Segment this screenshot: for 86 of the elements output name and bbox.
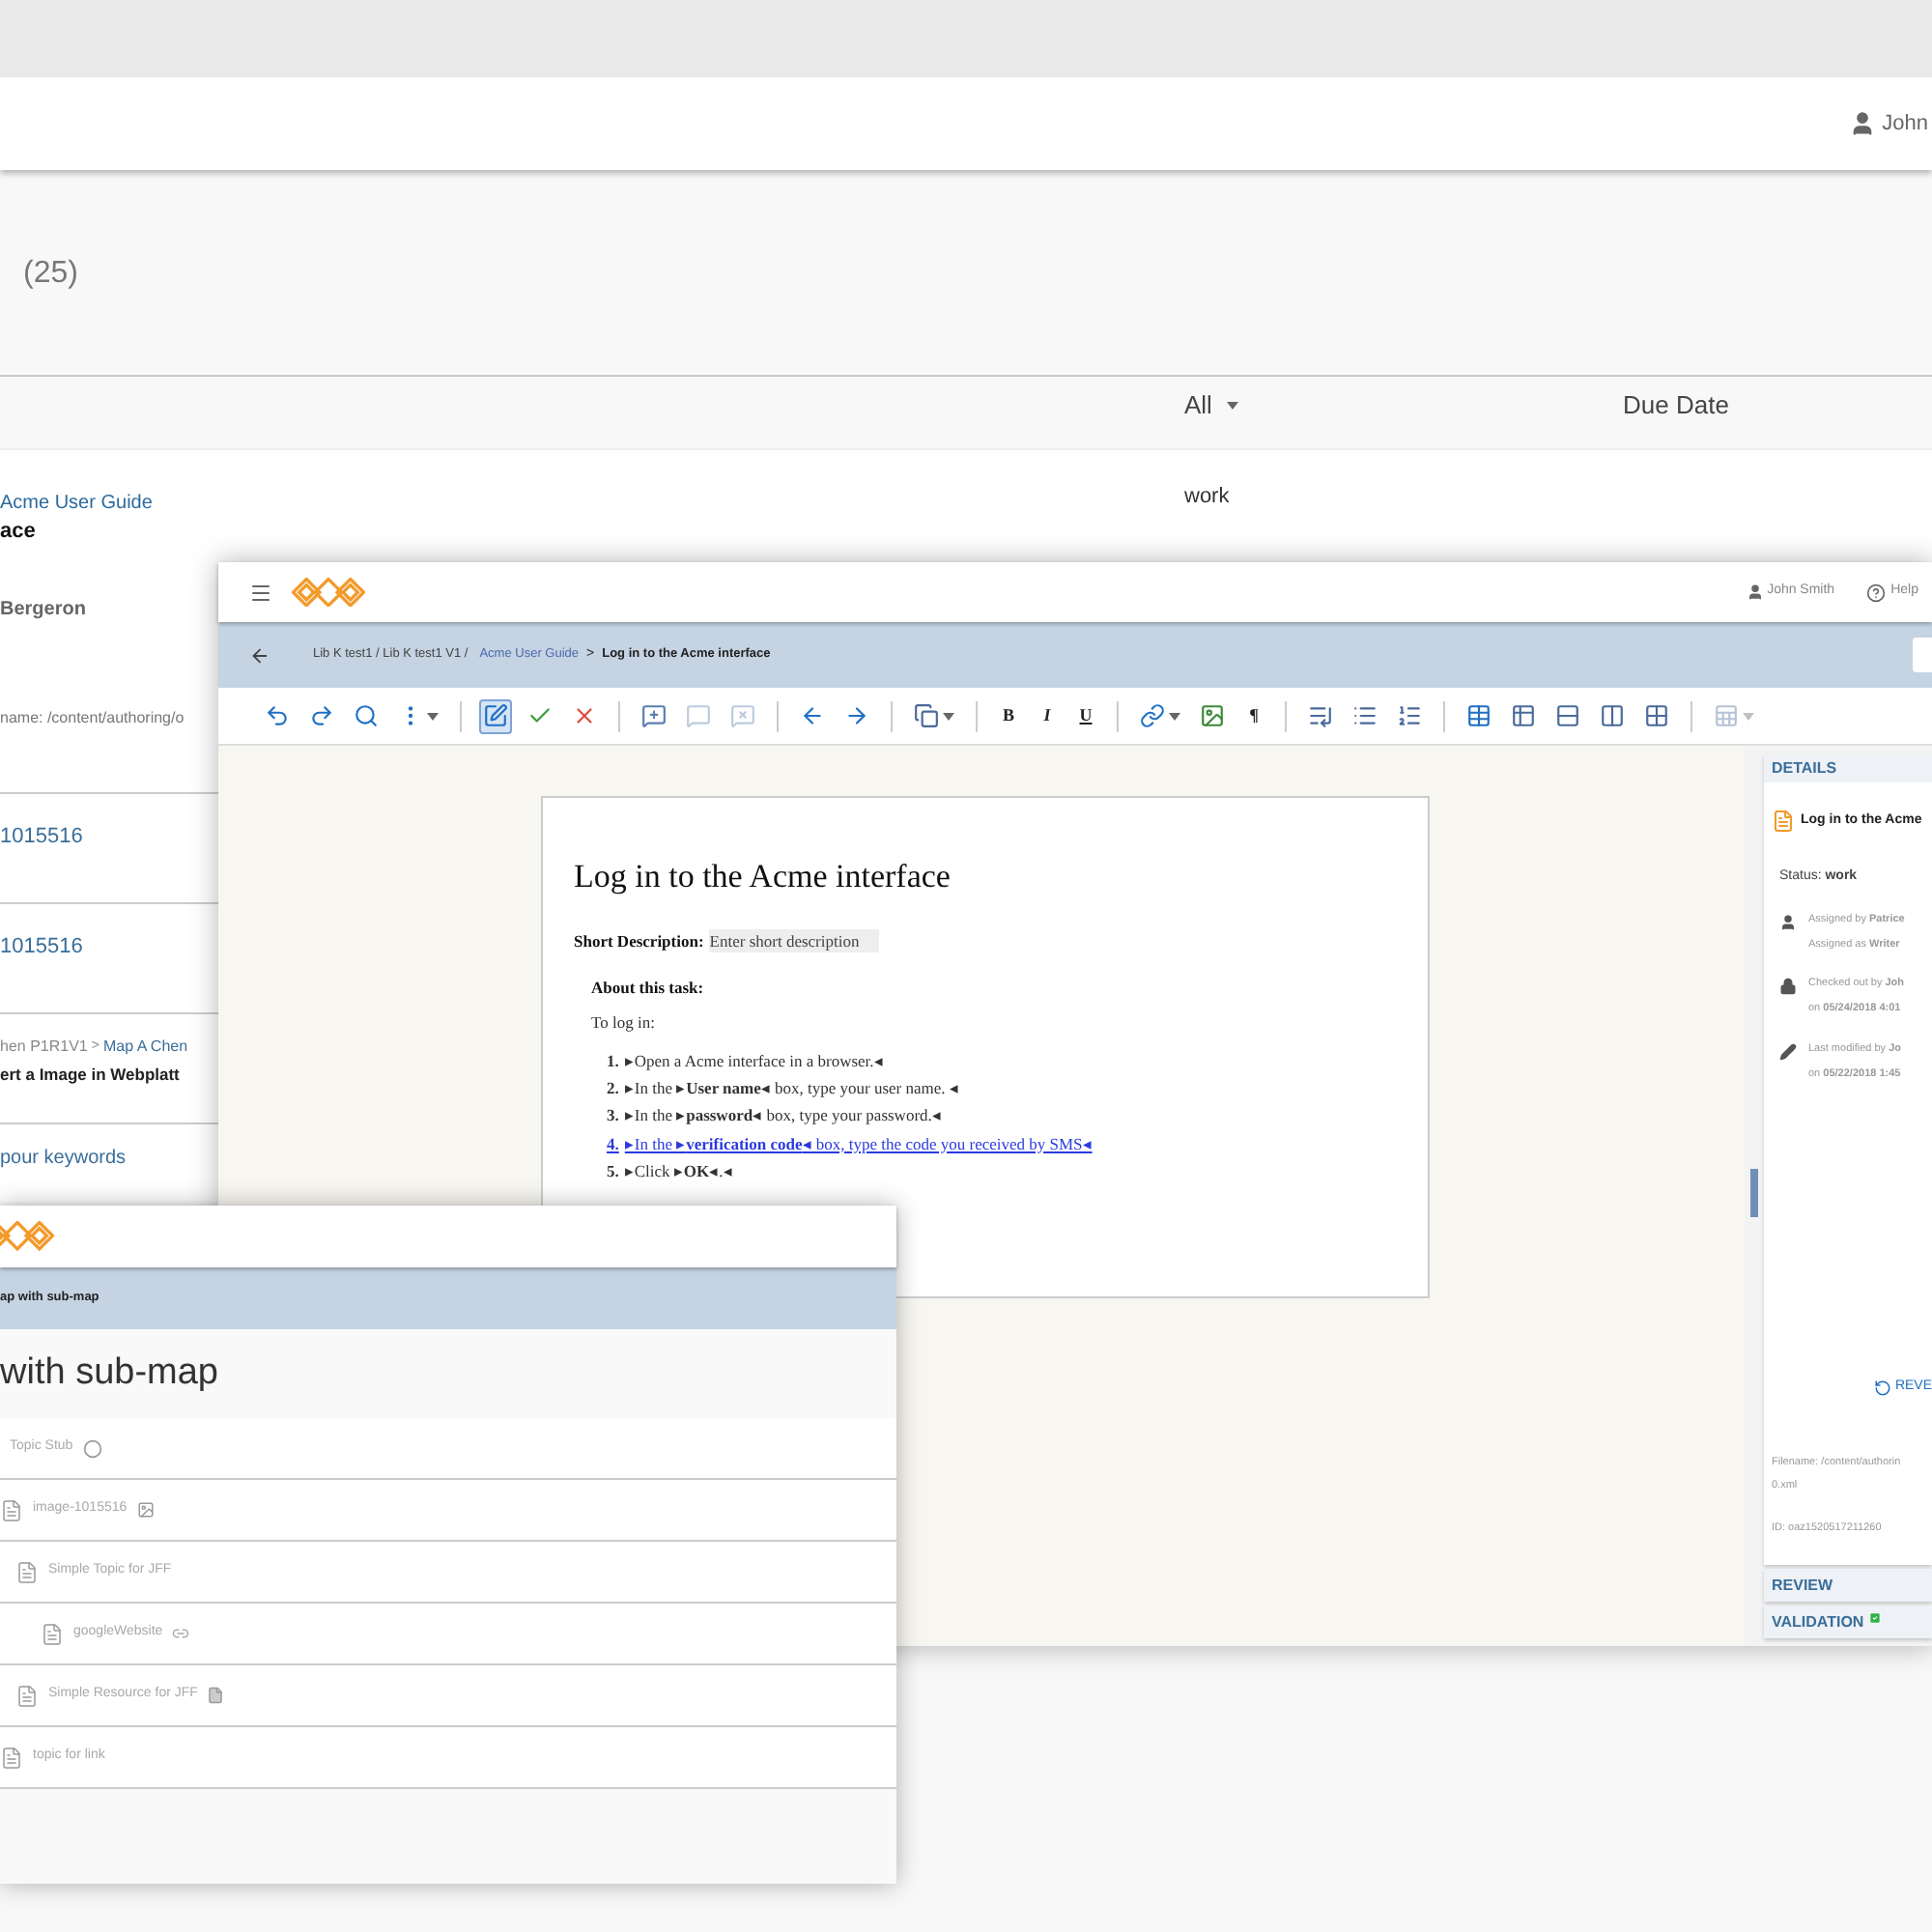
- resize-handle[interactable]: [1750, 1169, 1758, 1217]
- step-text: 5. ▸Click ▸OK◂.◂: [607, 1158, 735, 1183]
- redo-icon: [309, 703, 334, 728]
- topic-heading: Log in to the Acme interface: [574, 856, 952, 898]
- undo-icon: [265, 703, 290, 728]
- table-grid-icon: [1644, 703, 1669, 728]
- table-sheet-icon: [1714, 703, 1739, 728]
- map-link[interactable]: Acme User Guide: [0, 489, 153, 518]
- step-text: 3. ▸In the ▸password◂ box, type your password.◂: [607, 1103, 944, 1128]
- details-header[interactable]: DETAILS: [1764, 755, 1932, 782]
- task-link[interactable]: 1015516: [0, 821, 83, 853]
- comment-plus-icon: [641, 703, 667, 728]
- toolbar-button[interactable]: [1136, 698, 1184, 733]
- user-icon: [1746, 583, 1764, 601]
- toolbar-button[interactable]: [910, 698, 958, 733]
- numbered-list-icon: [1397, 703, 1422, 728]
- user-name[interactable]: John: [1882, 107, 1928, 140]
- column-header[interactable]: Due Date: [1623, 386, 1729, 424]
- section-header[interactable]: REVIEW: [1764, 1569, 1932, 1602]
- lock-icon: [1779, 978, 1797, 995]
- format-button[interactable]: B: [995, 700, 1022, 731]
- task-status: work: [1184, 483, 1230, 512]
- task-title[interactable]: ert a Image in Webplatt: [0, 1063, 180, 1088]
- copy-icon: [914, 703, 939, 728]
- field-label: Short Description:: [574, 928, 704, 953]
- list-indent-icon: [1308, 703, 1333, 728]
- table-icon: [1511, 703, 1536, 728]
- map-title: with sub-map: [0, 1350, 218, 1397]
- task-count: (25): [23, 255, 78, 294]
- caret-icon: [1743, 712, 1754, 720]
- comment-icon: [686, 703, 711, 728]
- pencil-icon: [1779, 1042, 1797, 1060]
- arrow-left-icon: [800, 703, 825, 728]
- task-link[interactable]: 1015516: [0, 931, 83, 963]
- path-text: hen P1R1V1: [0, 1036, 88, 1059]
- author-name: Bergeron: [0, 597, 86, 624]
- step-text: 4. ▸In the ▸verification code◂ box, type the code you received by SMS◂: [607, 1131, 1094, 1156]
- file-icon: [207, 1687, 225, 1704]
- link-icon: [1140, 703, 1165, 728]
- document-icon: [15, 1684, 39, 1707]
- caret-icon: [1227, 401, 1239, 410]
- section-header[interactable]: VALIDATION: [1764, 1605, 1932, 1638]
- logo-icon: [0, 1221, 54, 1252]
- caret-icon: [427, 712, 439, 720]
- intro-text: To log in:: [591, 1010, 657, 1036]
- task-link[interactable]: pour keywords: [0, 1144, 127, 1173]
- back-arrow-icon[interactable]: [249, 644, 270, 666]
- file-name: name: /content/authoring/o: [0, 707, 185, 730]
- document-icon: [1772, 810, 1795, 833]
- help-icon[interactable]: [1865, 582, 1886, 602]
- user-icon: [1779, 913, 1797, 930]
- short-description-field[interactable]: Enter short description: [709, 928, 880, 953]
- comment-remove-icon: [730, 703, 755, 728]
- document-icon: [0, 1746, 23, 1769]
- table-rows-icon: [1555, 703, 1580, 728]
- caret-icon: [943, 712, 954, 720]
- format-button[interactable]: I: [1034, 700, 1061, 731]
- circle-icon: [82, 1438, 102, 1458]
- pen-icon: [483, 703, 508, 728]
- document-icon: [15, 1560, 39, 1583]
- table-icon: [1466, 703, 1492, 728]
- bullet-list-icon: [1352, 703, 1378, 728]
- step-text: 2. ▸In the ▸User name◂ box, type your user name. ◂: [607, 1076, 961, 1101]
- cross-icon: [572, 703, 597, 728]
- format-button[interactable]: ¶: [1240, 700, 1267, 731]
- step-text: 1. ▸Open a Acme interface in a browser.◂: [607, 1048, 886, 1073]
- search-icon: [354, 703, 379, 728]
- caret-icon: [1169, 712, 1180, 720]
- toolbar-button[interactable]: [479, 698, 512, 733]
- logo-icon: [292, 577, 365, 608]
- column-header[interactable]: All: [1184, 386, 1239, 424]
- revert-icon: [1873, 1378, 1891, 1396]
- document-icon: [0, 1498, 23, 1521]
- arrow-right-icon: [844, 703, 869, 728]
- format-button[interactable]: U: [1072, 700, 1099, 731]
- task-title[interactable]: ace: [0, 516, 36, 548]
- image-icon: [136, 1501, 155, 1519]
- section-heading: About this task:: [591, 976, 706, 1001]
- menu-icon[interactable]: [249, 581, 272, 604]
- map-link[interactable]: Map A Chen: [102, 1036, 188, 1059]
- document-icon: [41, 1622, 64, 1645]
- link-icon: [172, 1625, 190, 1642]
- table-columns-icon: [1600, 703, 1625, 728]
- search-field[interactable]: [1913, 638, 1932, 672]
- image-icon: [1200, 703, 1225, 728]
- user-icon: [1849, 110, 1877, 137]
